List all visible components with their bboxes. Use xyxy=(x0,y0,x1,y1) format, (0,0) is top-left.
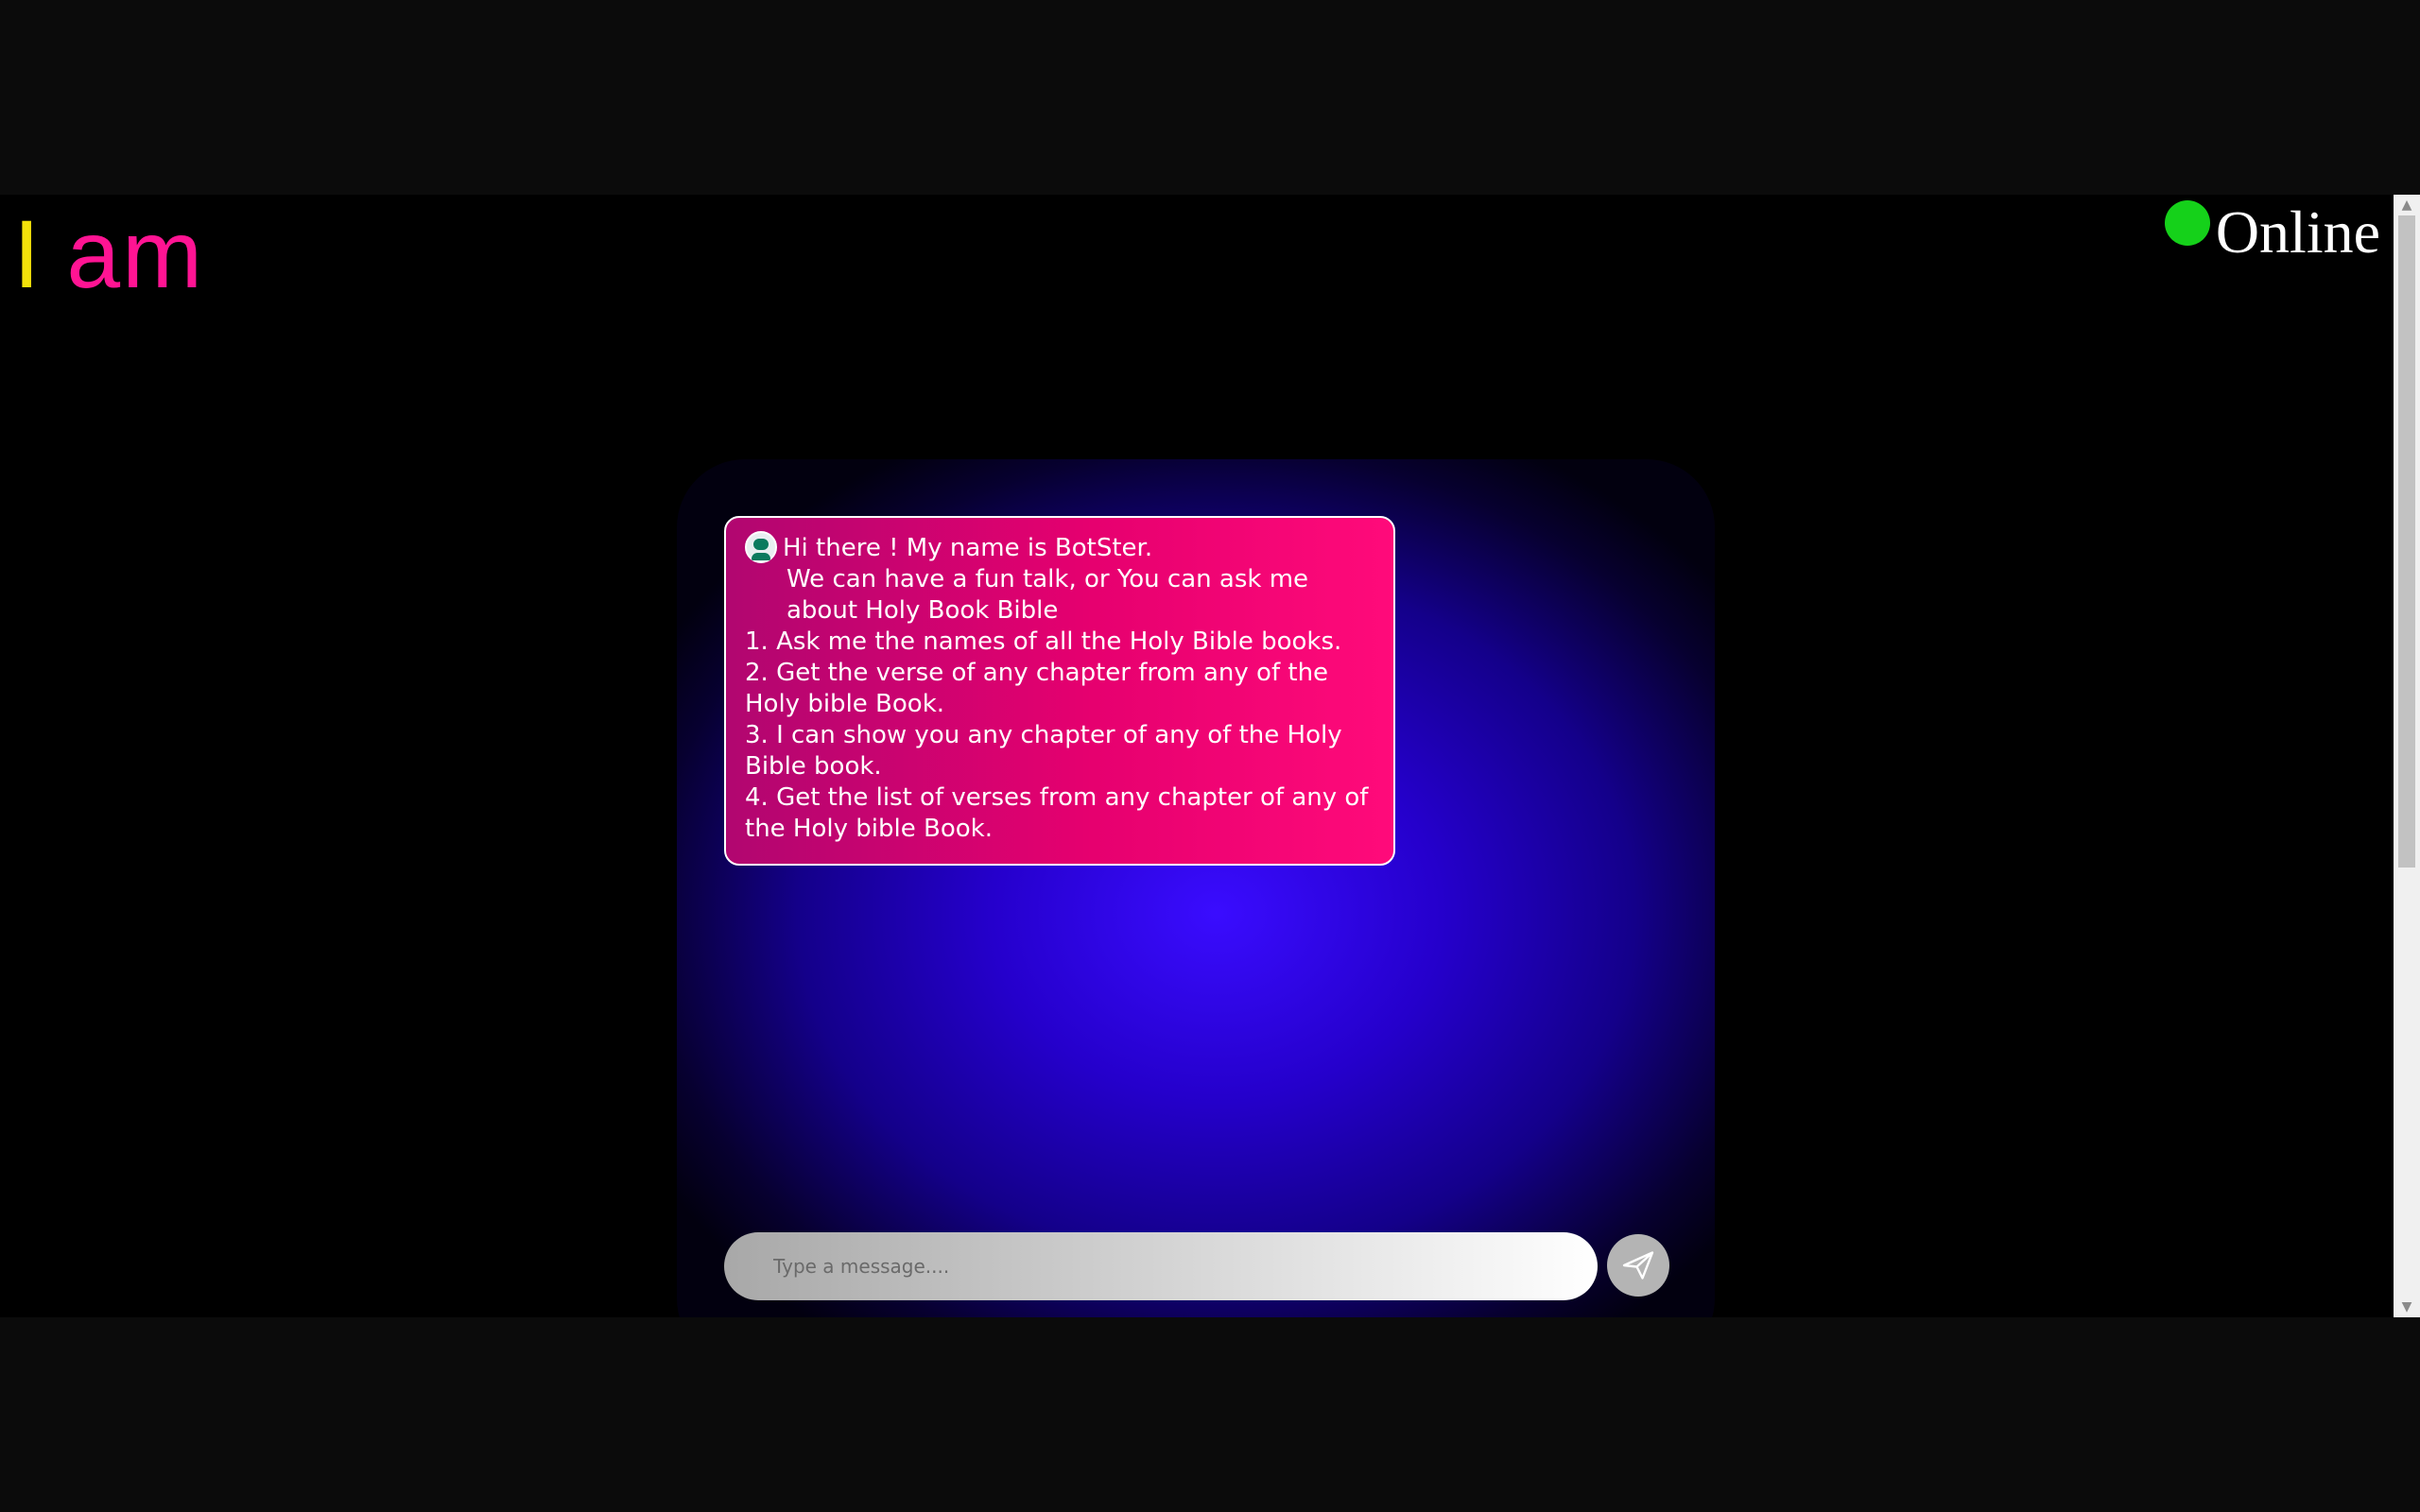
scroll-up-arrow-icon[interactable]: ▲ xyxy=(2394,195,2420,215)
robot-avatar-icon xyxy=(745,531,777,563)
message-composer xyxy=(724,1232,1598,1300)
status-label: Online xyxy=(2215,198,2380,266)
message-input[interactable] xyxy=(771,1254,1598,1279)
greeting-text: Hi there ! My name is BotSter. xyxy=(783,534,1153,562)
page-viewport: Iam Online Hi there ! My name is BotSter… xyxy=(0,195,2420,1317)
message-line-option-4: 4. Get the list of verses from any chapt… xyxy=(745,783,1369,843)
typing-headline: Iam xyxy=(13,206,204,302)
message-line-option-1: 1. Ask me the names of all the Holy Bibl… xyxy=(745,627,1342,656)
bot-message-bubble: Hi there ! My name is BotSter. We can ha… xyxy=(724,516,1395,866)
send-button[interactable] xyxy=(1607,1234,1669,1297)
message-line-option-3: 3. I can show you any chapter of any of … xyxy=(745,721,1342,781)
message-line-greeting: Hi there ! My name is BotSter. xyxy=(745,531,1374,564)
online-status: Online xyxy=(2164,198,2380,266)
scroll-down-arrow-icon[interactable]: ▼ xyxy=(2394,1297,2420,1317)
message-line-option-2: 2. Get the verse of any chapter from any… xyxy=(745,659,1329,718)
message-line-intro: We can have a fun talk, or You can ask m… xyxy=(786,565,1309,625)
page-scrollbar[interactable]: ▲ ▼ xyxy=(2394,195,2420,1317)
headline-second-word: am xyxy=(66,200,205,308)
scrollbar-thumb[interactable] xyxy=(2398,215,2415,868)
chat-window: Hi there ! My name is BotSter. We can ha… xyxy=(677,459,1715,1317)
paper-plane-icon xyxy=(1622,1251,1654,1280)
online-dot-icon xyxy=(2164,200,2210,246)
headline-first-word: I xyxy=(13,200,43,308)
